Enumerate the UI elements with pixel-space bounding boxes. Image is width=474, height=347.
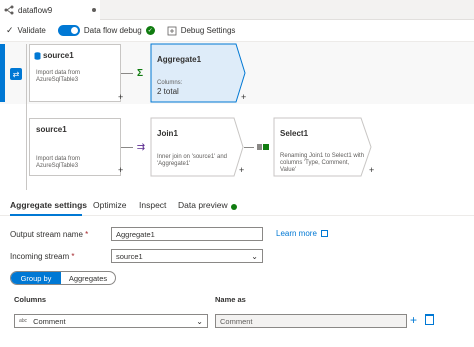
column-select[interactable]: abc Comment ⌄ — [14, 314, 208, 328]
node-title: source1 — [43, 51, 74, 60]
join-icon: ⇉ — [136, 141, 146, 153]
add-transform-button[interactable]: + — [369, 165, 374, 175]
required-marker: * — [85, 230, 89, 239]
add-transform-button[interactable]: + — [118, 92, 123, 102]
node-desc: 'Aggregate1' — [157, 161, 191, 167]
connector-line — [244, 147, 254, 148]
tab-inspect[interactable]: Inspect — [139, 200, 166, 210]
debug-status-check-icon: ✓ — [145, 26, 155, 35]
node-desc: Import data from — [36, 156, 81, 162]
source-node-row1[interactable]: source1 Import data from AzureSqlTable3 — [29, 44, 121, 102]
debug-settings-icon — [167, 26, 177, 35]
debug-settings-button[interactable]: Debug Settings — [167, 26, 236, 36]
join-node-row2[interactable] — [150, 117, 244, 177]
learn-more-label: Learn more — [276, 229, 317, 238]
connector-line — [121, 147, 133, 148]
active-tab-indicator — [10, 214, 82, 216]
tab-bar: dataflow9 — [0, 0, 474, 20]
trash-icon[interactable] — [425, 314, 434, 325]
node-sub: Columns: — [157, 80, 183, 86]
dataflow-icon — [4, 5, 14, 15]
debug-status-dot-icon — [231, 204, 237, 210]
data-flow-debug-toggle[interactable]: Data flow debug ✓ — [57, 25, 155, 36]
column-value: Comment — [33, 316, 66, 326]
node-desc: Inner join on 'source1' and — [157, 154, 228, 160]
chevron-down-icon: ⌄ — [196, 317, 203, 326]
chevron-down-icon: ⌄ — [251, 252, 258, 261]
validate-button[interactable]: ✓ Validate — [6, 25, 46, 36]
source-node-row2[interactable]: source1 Import data from AzureSqlTable3 — [29, 118, 121, 176]
required-marker: * — [71, 252, 75, 261]
debug-settings-label: Debug Settings — [180, 26, 236, 35]
name-as-input[interactable]: Comment — [215, 314, 407, 328]
node-desc: AzureSqlTable3 — [36, 163, 79, 169]
output-stream-input[interactable]: Aggregate1 — [111, 227, 263, 241]
node-desc: AzureSqlTable3 — [36, 77, 79, 83]
add-transform-button[interactable]: + — [241, 92, 246, 102]
name-as-header: Name as — [215, 295, 246, 304]
stream-line — [26, 44, 27, 190]
output-stream-label-text: Output stream name — [10, 230, 83, 239]
aggregates-button[interactable]: Aggregates — [61, 272, 115, 284]
groupby-aggregates-switch: Group by Aggregates — [10, 271, 116, 285]
string-type-icon: abc — [19, 318, 28, 324]
node-value: 2 total — [157, 87, 179, 96]
add-transform-button[interactable]: + — [118, 165, 123, 175]
incoming-stream-select[interactable]: source1 ⌄ — [111, 249, 263, 263]
aggregate-icon: Σ — [136, 67, 143, 79]
validate-label: Validate — [17, 26, 46, 35]
tab-dataflow[interactable]: dataflow9 — [0, 0, 100, 20]
toolbar: ✓ Validate Data flow debug ✓ Debug Setti… — [0, 20, 474, 42]
incoming-stream-label-text: Incoming stream — [10, 252, 70, 261]
node-desc: Renaming Join1 to Select1 with — [280, 153, 365, 159]
node-desc: Import data from — [36, 70, 81, 76]
connector-line — [121, 73, 133, 74]
tab-data-preview[interactable]: Data preview — [178, 200, 228, 210]
node-desc: columns 'Type, Comment, — [280, 160, 350, 166]
tab-title: dataflow9 — [18, 5, 53, 15]
settings-tabs: Aggregate settings Optimize Inspect Data… — [0, 196, 474, 216]
tab-optimize[interactable]: Optimize — [93, 200, 127, 210]
group-by-button[interactable]: Group by — [11, 272, 61, 284]
node-title: source1 — [36, 125, 67, 134]
add-transform-button[interactable]: + — [239, 165, 244, 175]
database-icon — [34, 52, 41, 60]
dataflow-canvas[interactable]: ⇄ source1 Import data from AzureSqlTable… — [0, 42, 474, 190]
output-stream-label: Output stream name * — [10, 230, 88, 239]
toggle-switch[interactable] — [57, 25, 80, 36]
debug-toggle-label: Data flow debug — [83, 26, 142, 35]
columns-header: Columns — [14, 295, 47, 304]
check-icon: ✓ — [6, 25, 14, 35]
source-stream-icon[interactable]: ⇄ — [10, 68, 22, 80]
external-link-icon — [320, 230, 328, 237]
node-title: Aggregate1 — [157, 55, 202, 64]
stream-selection-bar — [0, 44, 5, 102]
add-icon[interactable]: + — [410, 313, 417, 327]
select-icon — [256, 140, 270, 154]
unsaved-dot-icon — [92, 8, 96, 12]
learn-more-link[interactable]: Learn more — [276, 229, 328, 238]
node-title: Join1 — [157, 129, 178, 138]
node-title: Select1 — [280, 129, 309, 138]
node-desc: Value' — [280, 167, 297, 173]
incoming-stream-value: source1 — [116, 252, 143, 261]
tab-aggregate-settings[interactable]: Aggregate settings — [10, 200, 87, 210]
incoming-stream-label: Incoming stream * — [10, 252, 75, 261]
